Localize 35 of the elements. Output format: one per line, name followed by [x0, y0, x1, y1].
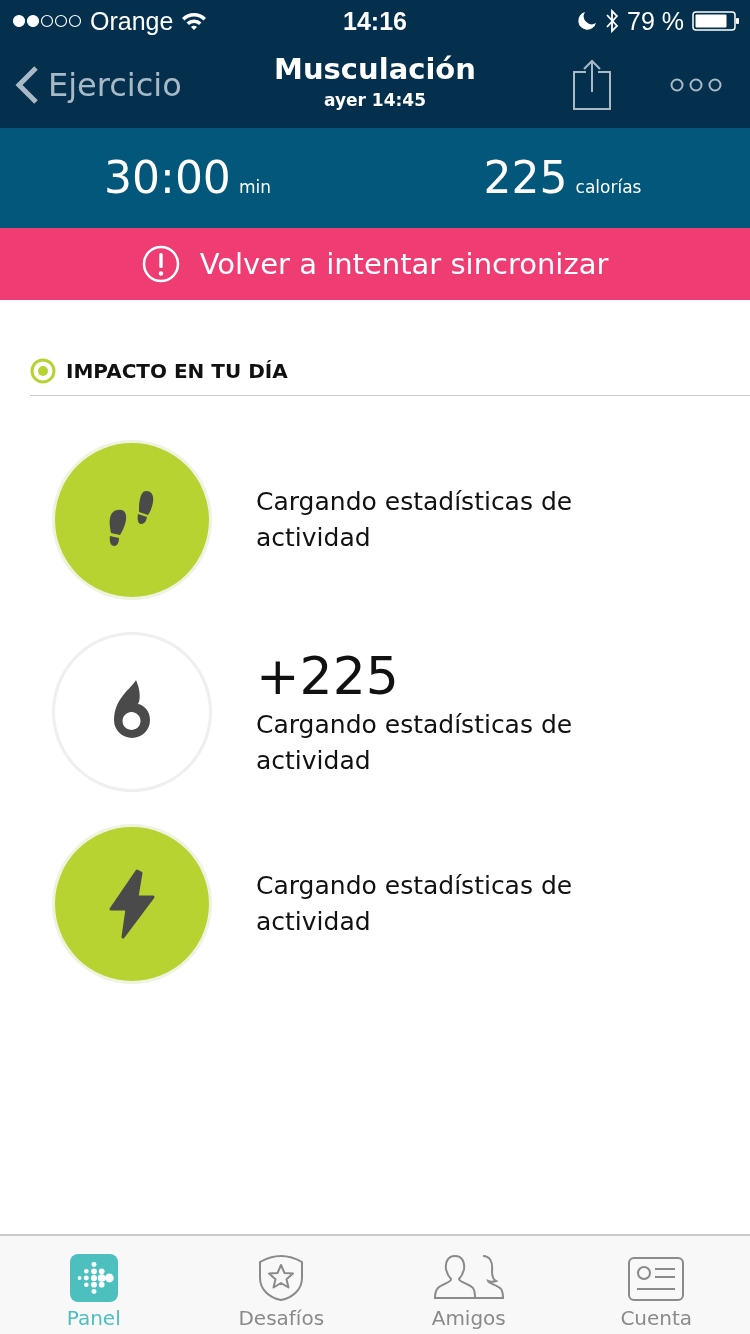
loading-text: Cargando estadísticas de actividad: [256, 709, 573, 778]
back-button[interactable]: Ejercicio: [0, 65, 182, 105]
more-icon[interactable]: [670, 78, 722, 92]
stat-unit: calorías: [575, 177, 642, 197]
clock-time: 14:16: [343, 6, 407, 36]
section-title: IMPACTO EN TU DÍA: [66, 359, 288, 383]
tab-item[interactable]: Desafíos: [187, 1236, 375, 1334]
target-icon: [30, 358, 56, 384]
dots-logo-icon: [69, 1254, 118, 1302]
screen-subtitle: ayer 14:45: [324, 90, 426, 110]
signal-icon: [12, 14, 82, 28]
share-icon[interactable]: [572, 59, 612, 111]
tab-item[interactable]: Amigos: [375, 1236, 563, 1334]
loading-text: Cargando estadísticas de actividad: [256, 870, 573, 938]
stat-value: 225: [483, 152, 568, 203]
bluetooth-icon: [605, 9, 619, 33]
tab-item[interactable]: Cuenta: [562, 1236, 750, 1334]
battery-icon: [692, 10, 740, 32]
tab-item[interactable]: Panel: [0, 1236, 188, 1334]
people-icon: [432, 1252, 505, 1302]
battery-percent: 79 %: [627, 6, 684, 36]
loading-text: Cargando estadísticas de actividad: [256, 486, 573, 554]
screen-title: Musculación: [274, 52, 476, 86]
sync-banner[interactable]: Volver a intentar sincronizar: [0, 228, 750, 300]
id-card-icon: [627, 1256, 686, 1302]
stat-value: 30:00: [104, 152, 231, 203]
chevron-left-icon: [14, 65, 40, 105]
sync-retry-text: Volver a intentar sincronizar: [199, 247, 609, 281]
carrier-name: Orange: [90, 6, 174, 36]
alert-icon: [141, 245, 180, 283]
lightning-icon: [107, 869, 157, 939]
stat-unit: min: [238, 177, 271, 197]
wifi-icon: [181, 11, 208, 31]
calories-value: +225: [256, 644, 400, 708]
moon-icon: [577, 11, 597, 31]
